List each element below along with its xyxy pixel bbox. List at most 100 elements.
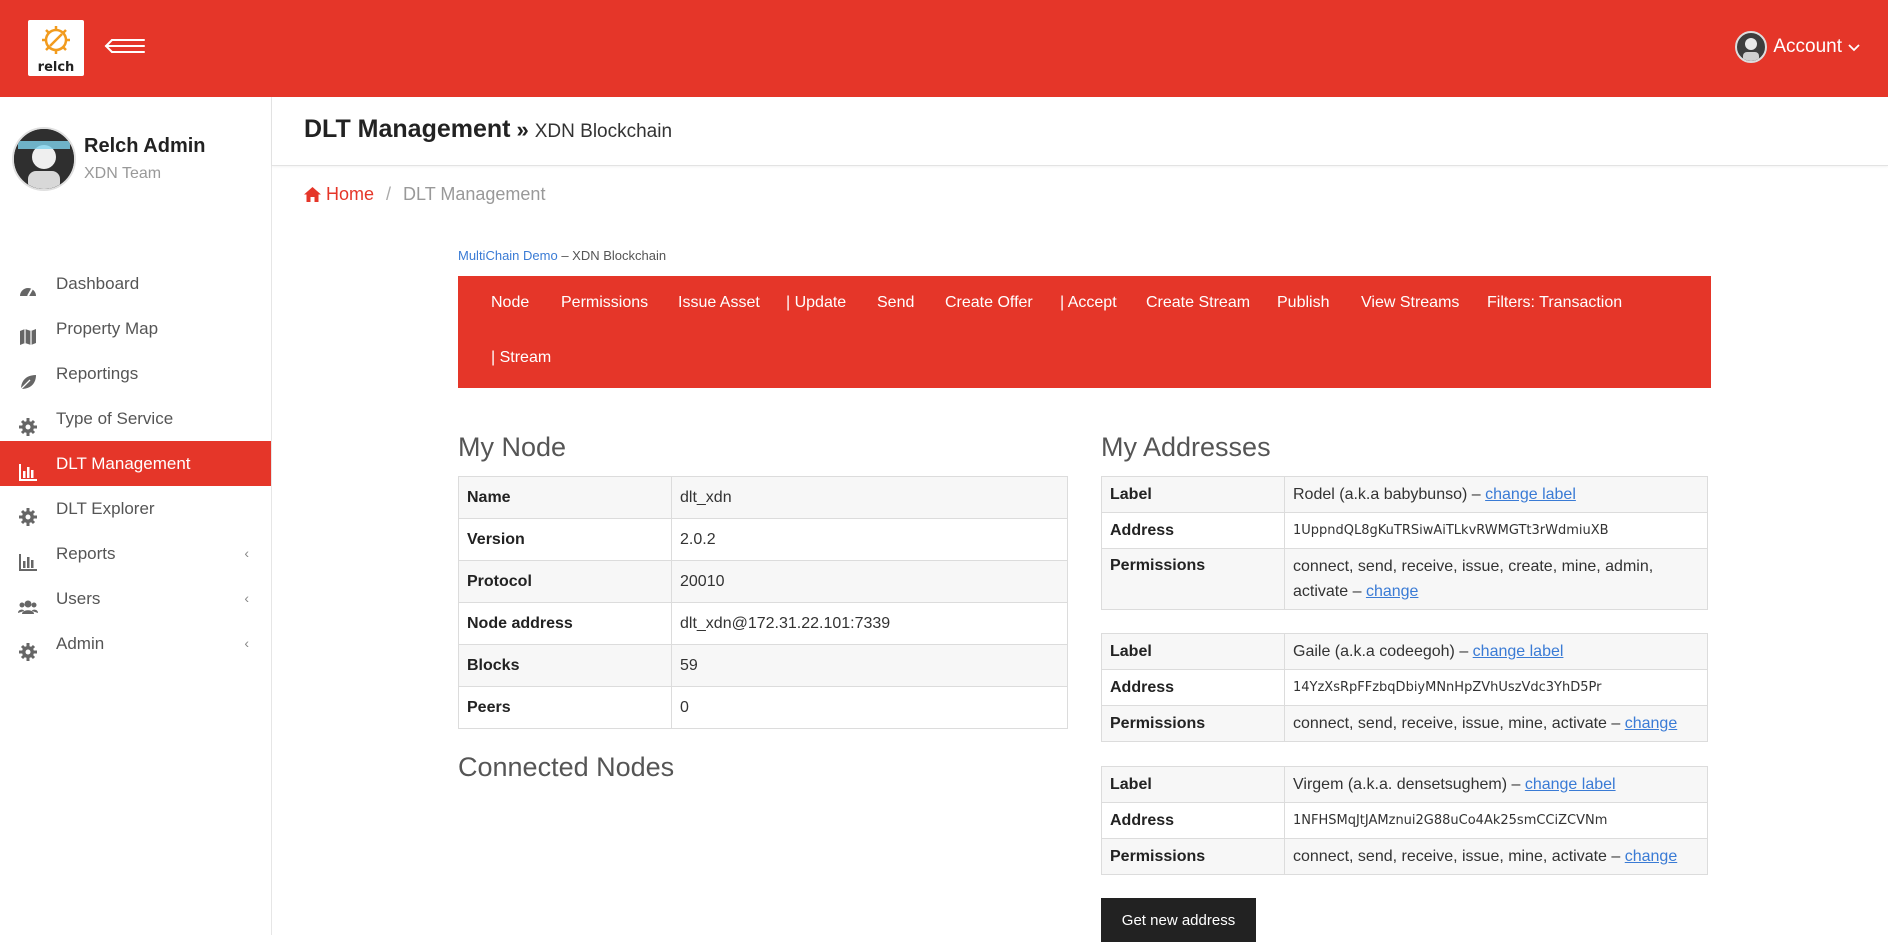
change-label-link[interactable]: change label: [1525, 776, 1616, 793]
menu-view-streams[interactable]: View Streams: [1361, 294, 1459, 312]
menu-create-offer[interactable]: Create Offer: [945, 294, 1033, 312]
permissions-text: connect, send, receive, issue, mine, act…: [1293, 714, 1625, 732]
table-row: Address 14YzXsRpFFzbqDbiyMNnHpZVhUszVdc3…: [1101, 669, 1708, 706]
profile-name: Relch Admin: [84, 135, 206, 157]
change-label-link[interactable]: change label: [1473, 643, 1564, 660]
table-row: Address 1UppndQL8gKuTRSiwAiTLkvRWMGTt3rW…: [1101, 512, 1708, 549]
label-value: Rodel (a.k.a babybunso) – change label: [1284, 476, 1708, 513]
sidebar-item-dlt-explorer[interactable]: DLT Explorer: [0, 486, 271, 531]
sidebar-nav: Dashboard Property Map Reportings Type o…: [0, 261, 271, 666]
menu-filters-transaction[interactable]: Filters: Transaction: [1487, 294, 1622, 312]
label-key: Label: [1101, 633, 1285, 670]
sidebar-item-admin[interactable]: Admin ‹: [0, 621, 271, 666]
bar-chart-icon: [18, 544, 38, 571]
address-table: Label Rodel (a.k.a babybunso) – change l…: [1101, 476, 1708, 610]
sidebar-item-type-of-service[interactable]: Type of Service: [0, 396, 271, 441]
avatar-icon: [14, 129, 74, 189]
connected-nodes-heading: Connected Nodes: [458, 752, 675, 782]
table-row: Address 1NFHSMqJtJAMznui2G88uCo4Ak25smCC…: [1101, 802, 1708, 839]
sidebar-item-reportings[interactable]: Reportings: [0, 351, 271, 396]
account-menu[interactable]: Account: [1735, 30, 1860, 64]
permissions-key: Permissions: [1101, 838, 1285, 875]
address-label: Gaile (a.k.a codeegoh) –: [1293, 642, 1473, 660]
account-label: Account: [1773, 36, 1842, 57]
address-value: 1NFHSMqJtJAMznui2G88uCo4Ak25smCCiZCVNm: [1284, 802, 1708, 839]
menu-permissions[interactable]: Permissions: [561, 294, 648, 312]
sidebar-item-label: Users: [56, 589, 101, 608]
app-logo[interactable]: relch: [28, 20, 84, 76]
page-title-text: DLT Management: [304, 115, 511, 143]
change-permissions-link[interactable]: change: [1625, 848, 1678, 865]
label-key: Label: [1101, 476, 1285, 513]
dlt-action-menu: Node Permissions Issue Asset | Update Se…: [458, 276, 1711, 388]
breadcrumb-home-link[interactable]: Home: [304, 184, 374, 205]
menu-issue-asset[interactable]: Issue Asset: [678, 294, 760, 312]
sidebar-item-label: DLT Management: [56, 454, 191, 473]
label-value: Virgem (a.k.a. densetsughem) – change la…: [1284, 766, 1708, 803]
gear-icon: [18, 634, 38, 661]
multichain-demo-link[interactable]: MultiChain Demo: [458, 248, 558, 263]
chain-source-line: MultiChain Demo – XDN Blockchain: [458, 248, 666, 263]
table-row: Version 2.0.2: [458, 518, 1068, 561]
sidebar-item-reports[interactable]: Reports ‹: [0, 531, 271, 576]
sidebar-item-label: Admin: [56, 634, 105, 653]
sidebar-toggle-button[interactable]: [104, 34, 148, 58]
sidebar-item-users[interactable]: Users ‹: [0, 576, 271, 621]
dashboard-icon: [18, 274, 38, 297]
breadcrumb-home-label: Home: [326, 184, 375, 204]
chain-name: – XDN Blockchain: [557, 248, 667, 263]
leaf-icon: [18, 364, 38, 390]
change-label-link[interactable]: change label: [1485, 486, 1576, 503]
label-value: Gaile (a.k.a codeegoh) – change label: [1284, 633, 1708, 670]
permissions-text: connect, send, receive, issue, mine, act…: [1293, 847, 1625, 865]
chevron-left-icon: ‹: [244, 590, 249, 606]
table-row: Blocks 59: [458, 644, 1068, 687]
permissions-key: Permissions: [1101, 548, 1285, 610]
chevron-left-icon: ‹: [244, 545, 249, 561]
menu-arrow-icon: [104, 39, 145, 53]
menu-node[interactable]: Node: [491, 294, 529, 312]
address-value: 14YzXsRpFFzbqDbiyMNnHpZVhUszVdc3YhD5Pr: [1284, 669, 1708, 706]
address-key: Address: [1101, 512, 1285, 549]
account-avatar: [1735, 31, 1768, 63]
table-row: Label Rodel (a.k.a babybunso) – change l…: [1101, 476, 1708, 513]
table-row: Permissions connect, send, receive, issu…: [1101, 705, 1708, 742]
change-permissions-link[interactable]: change: [1625, 715, 1678, 732]
node-value: 20010: [671, 560, 1068, 603]
breadcrumb: Home / DLT Management: [304, 184, 545, 205]
table-row: Label Virgem (a.k.a. densetsughem) – cha…: [1101, 766, 1708, 803]
user-profile: Relch Admin XDN Team: [12, 127, 262, 197]
node-key: Protocol: [458, 560, 672, 603]
menu-send[interactable]: Send: [877, 294, 914, 312]
get-new-address-button[interactable]: Get new address: [1101, 898, 1256, 942]
menu-accept[interactable]: | Accept: [1060, 294, 1117, 312]
node-key: Name: [458, 476, 672, 519]
menu-publish[interactable]: Publish: [1277, 294, 1329, 312]
menu-create-stream[interactable]: Create Stream: [1146, 294, 1250, 312]
chevron-left-icon: ‹: [244, 635, 249, 651]
home-icon: [304, 187, 321, 202]
menu-update[interactable]: | Update: [786, 294, 846, 312]
sidebar-item-property-map[interactable]: Property Map: [0, 306, 271, 351]
node-value: 59: [671, 644, 1068, 687]
sidebar-item-dlt-management[interactable]: DLT Management: [0, 441, 271, 486]
address-table: Label Gaile (a.k.a codeegoh) – change la…: [1101, 633, 1708, 742]
sidebar-item-dashboard[interactable]: Dashboard: [0, 261, 271, 306]
menu-stream[interactable]: | Stream: [491, 349, 551, 367]
avatar-icon: [1743, 38, 1760, 61]
node-key: Version: [458, 518, 672, 561]
gear-wrench-logo-icon: [42, 26, 70, 54]
sidebar-item-label: Reports: [56, 544, 116, 563]
address-key: Address: [1101, 669, 1285, 706]
table-row: Permissions connect, send, receive, issu…: [1101, 548, 1708, 610]
my-addresses-heading: My Addresses: [1101, 432, 1271, 462]
permissions-value: connect, send, receive, issue, create, m…: [1284, 548, 1708, 610]
breadcrumb-separator: /: [386, 184, 392, 204]
sidebar: Relch Admin XDN Team Dashboard Property …: [0, 97, 272, 935]
sidebar-item-label: Type of Service: [56, 409, 174, 428]
logo-text: relch: [37, 60, 75, 75]
address-label: Virgem (a.k.a. densetsughem) –: [1293, 775, 1525, 793]
my-node-heading: My Node: [458, 432, 567, 462]
table-row: Node address dlt_xdn@172.31.22.101:7339: [458, 602, 1068, 645]
change-permissions-link[interactable]: change: [1366, 583, 1419, 600]
